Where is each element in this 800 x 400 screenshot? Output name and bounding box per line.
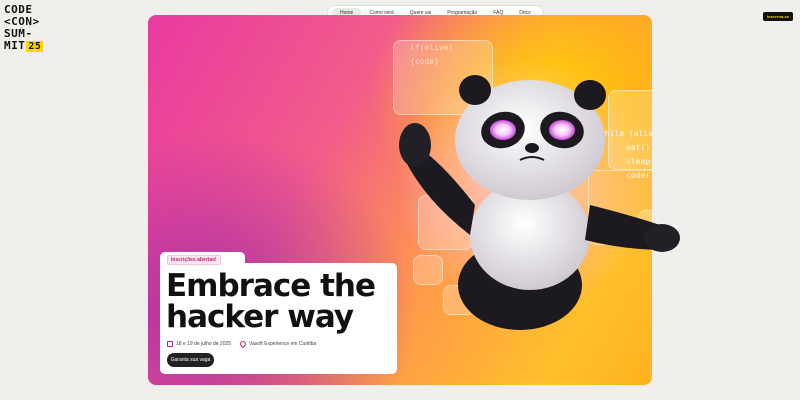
headline-line-2: hacker way bbox=[166, 299, 354, 335]
register-button[interactable]: Inscreva-se bbox=[763, 12, 793, 21]
logo-line-4: MIT 25 bbox=[4, 40, 74, 52]
code-line-faint: if(alive) bbox=[410, 43, 454, 52]
code-line: sleep() bbox=[626, 157, 652, 166]
headline-line-1: Embrace the bbox=[166, 268, 376, 304]
logo-line-4-text: MIT bbox=[4, 39, 26, 52]
code-con-summit-logo[interactable]: CODE <CON> SUM- MIT 25 bbox=[4, 4, 74, 58]
glass-card bbox=[638, 210, 652, 240]
calendar-icon bbox=[167, 341, 173, 347]
glass-card bbox=[413, 255, 443, 285]
secure-spot-button[interactable]: Garanta sua vaga bbox=[167, 353, 214, 367]
event-date: 18 e 19 de julho de 2025 bbox=[167, 341, 231, 347]
code-line: eat() bbox=[626, 143, 651, 152]
event-date-text: 18 e 19 de julho de 2025 bbox=[176, 341, 232, 347]
logo-year: 25 bbox=[26, 41, 44, 52]
code-line-faint: {code} bbox=[410, 57, 439, 66]
registration-open-badge: Inscrições abertas! bbox=[167, 255, 221, 265]
event-location-text: Vasoft Experience em Curitiba bbox=[249, 341, 317, 347]
event-location: Vasoft Experience em Curitiba bbox=[238, 339, 317, 349]
code-line: code() bbox=[626, 171, 652, 180]
hero-headline: Embrace the hacker way bbox=[166, 271, 394, 333]
map-pin-icon bbox=[238, 339, 248, 349]
code-line: while (alive) { bbox=[600, 129, 652, 138]
glass-card bbox=[443, 285, 478, 315]
glass-card bbox=[418, 195, 473, 250]
